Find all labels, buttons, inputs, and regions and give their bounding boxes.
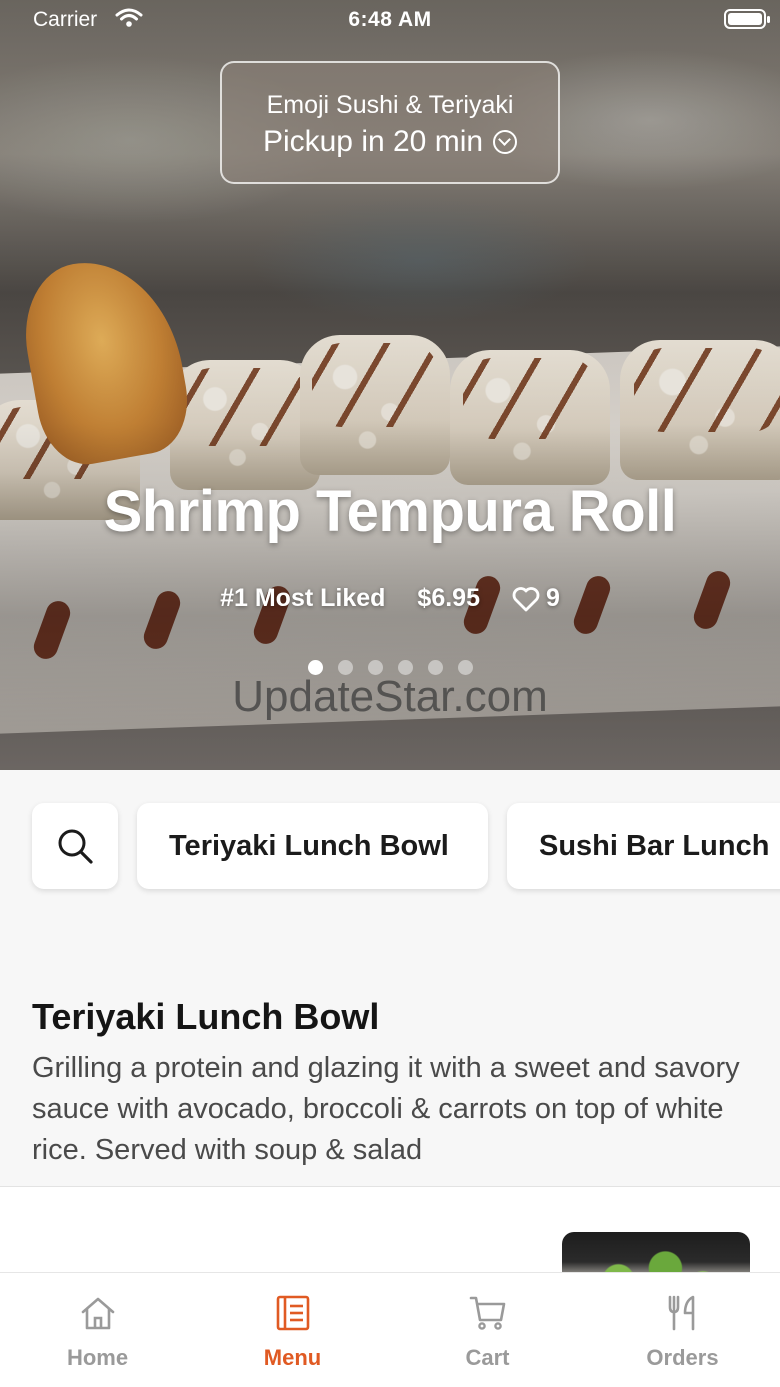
menu-item-image bbox=[562, 1232, 750, 1277]
cart-icon bbox=[469, 1296, 505, 1330]
section-description: Grilling a protein and glazing it with a… bbox=[32, 1052, 740, 1166]
search-button[interactable] bbox=[32, 803, 118, 889]
featured-item-likes: 9 bbox=[512, 584, 560, 613]
tab-label: Orders bbox=[646, 1345, 719, 1370]
category-chip-teriyaki-lunch-bowl[interactable]: Teriyaki Lunch Bowl bbox=[137, 803, 488, 889]
battery-icon bbox=[724, 9, 770, 29]
featured-item-title: Shrimp Tempura Roll bbox=[103, 479, 677, 544]
status-time: 6:48 AM bbox=[348, 8, 432, 31]
bottom-tab-bar: Home Menu Cart Orders bbox=[0, 1272, 780, 1387]
home-icon bbox=[81, 1297, 114, 1330]
featured-item-price: $6.95 bbox=[417, 584, 480, 612]
tab-label: Cart bbox=[465, 1345, 510, 1370]
featured-item-badge: #1 Most Liked bbox=[220, 584, 386, 612]
tab-orders[interactable]: Orders bbox=[585, 1273, 780, 1387]
featured-item-meta: #1 Most Liked $6.95 9 bbox=[0, 584, 780, 613]
category-chip-sushi-bar-lunch[interactable]: Sushi Bar Lunch bbox=[507, 803, 780, 889]
tab-cart[interactable]: Cart bbox=[390, 1273, 585, 1387]
tab-label: Menu bbox=[263, 1345, 322, 1370]
menu-icon bbox=[276, 1295, 309, 1331]
status-bar: Carrier 6:48 AM bbox=[0, 0, 780, 40]
featured-hero[interactable]: Carrier 6:48 AM Emoji Sushi & Teriyaki P… bbox=[0, 0, 780, 770]
search-icon bbox=[58, 829, 93, 864]
tab-menu[interactable]: Menu bbox=[195, 1273, 390, 1387]
menu-item-card[interactable] bbox=[0, 1187, 780, 1277]
section-title: Teriyaki Lunch Bowl bbox=[32, 996, 380, 1037]
likes-count: 9 bbox=[545, 584, 560, 612]
chevron-down-circle-icon bbox=[493, 130, 518, 154]
category-bar: Teriyaki Lunch Bowl Sushi Bar Lunch bbox=[0, 770, 780, 920]
pickup-time: Pickup in 20 min bbox=[262, 125, 484, 158]
menu-section: Teriyaki Lunch Bowl Grilling a protein a… bbox=[0, 920, 780, 1186]
store-name: Emoji Sushi & Teriyaki bbox=[266, 91, 514, 119]
tab-home[interactable]: Home bbox=[0, 1273, 195, 1387]
heart-icon bbox=[512, 586, 540, 611]
store-pickup-selector[interactable]: Emoji Sushi & Teriyaki Pickup in 20 min bbox=[220, 61, 560, 184]
pickup-time-row: Pickup in 20 min bbox=[222, 125, 558, 159]
utensils-icon bbox=[668, 1295, 694, 1331]
watermark: UpdateStar.com bbox=[232, 672, 548, 721]
tab-label: Home bbox=[66, 1345, 129, 1370]
